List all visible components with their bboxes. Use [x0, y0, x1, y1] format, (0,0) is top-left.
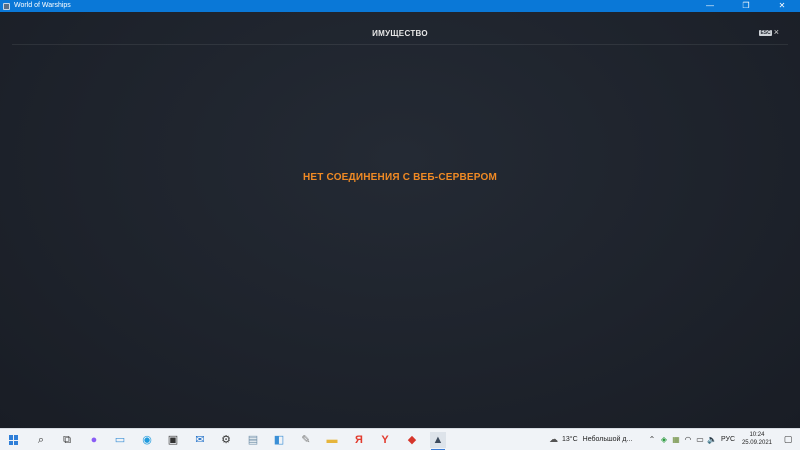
clock-time: 10:24 — [749, 432, 765, 438]
close-window-button[interactable]: ✕ — [764, 0, 800, 12]
folder-icon: ▬ — [326, 434, 338, 446]
weather-temperature: 13°C — [562, 436, 578, 443]
system-tray: ⌃ ◈ ▦ ◠ ▭ 🔈 — [646, 429, 718, 450]
windows-taskbar: ⌕ ⧉ ● ▭ ◉ ▣ ✉ ⚙ ▤ ◧ ✎ ▬ Я Y ◆ ▲ ☁ 13°C Небольшой д... ⌃… — [0, 428, 800, 450]
taskbar-alice-button[interactable]: ● — [86, 432, 102, 448]
app-tray-icon[interactable]: ▦ — [670, 435, 682, 444]
notification-center-button[interactable]: ▢ — [782, 433, 794, 445]
window-controls: — ❐ ✕ — [692, 0, 800, 12]
header-divider — [12, 44, 788, 45]
chevron-up-icon[interactable]: ⌃ — [646, 435, 658, 444]
taskbar-clock[interactable]: 10:24 25.09.2021 — [742, 431, 772, 447]
language-label: РУС — [721, 436, 736, 443]
window-titlebar[interactable]: World of Warships — ❐ ✕ — [0, 0, 800, 12]
taskbar-edge-button[interactable]: ◉ — [139, 432, 155, 448]
task-view-icon: ⧉ — [63, 434, 71, 446]
yandex-browser-icon: Y — [381, 434, 389, 446]
paint-brush-icon: ✎ — [301, 434, 311, 446]
yandex-icon: Я — [355, 434, 363, 446]
weather-widget[interactable]: ☁ 13°C Небольшой д... — [549, 429, 632, 450]
notification-icon: ▢ — [783, 434, 793, 444]
taskbar-search-button[interactable]: ⌕ — [33, 432, 49, 448]
esc-key-icon: ESC — [759, 29, 772, 36]
close-icon: × — [773, 27, 779, 37]
taskbar-world-of-warships-button[interactable]: ▲ — [430, 432, 446, 450]
esc-close-button[interactable]: ESC × — [759, 28, 779, 37]
taskbar-remote-desktop-button[interactable]: ▭ — [112, 432, 128, 448]
taskbar-explorer-button[interactable]: ▬ — [324, 432, 340, 448]
photo-viewer-icon: ▤ — [247, 434, 259, 446]
world-of-warships-icon: ▲ — [432, 434, 444, 446]
windows-logo-icon — [9, 435, 19, 445]
monitor-icon: ▭ — [114, 434, 126, 446]
taskbar-photos-button[interactable]: ▤ — [245, 432, 261, 448]
wifi-icon[interactable]: ◠ — [682, 435, 694, 444]
battery-icon[interactable]: ▭ — [694, 435, 706, 444]
gear-icon: ⚙ — [221, 434, 231, 446]
clock-date: 25.09.2021 — [741, 440, 772, 446]
volume-icon[interactable]: 🔈 — [706, 435, 718, 444]
window-title: World of Warships — [14, 2, 71, 9]
taskbar-yandex-button[interactable]: Я — [351, 432, 367, 448]
taskbar-settings-button[interactable]: ⚙ — [218, 432, 234, 448]
weather-description: Небольшой д... — [582, 436, 633, 443]
mail-icon: ✉ — [195, 434, 205, 446]
game-viewport: ИМУЩЕСТВО ESC × НЕТ СОЕДИНЕНИЯ С ВЕБ-СЕР… — [0, 12, 800, 428]
taskbar-paint-button[interactable]: ✎ — [298, 432, 314, 448]
taskbar-task-view-button[interactable]: ⧉ — [59, 432, 75, 448]
store-bag-icon: ▣ — [167, 434, 179, 446]
edge-browser-icon: ◉ — [142, 434, 152, 446]
cloud-icon: ☁ — [549, 434, 558, 444]
page-title: ИМУЩЕСТВО — [372, 29, 428, 38]
alice-assistant-icon: ● — [90, 434, 98, 446]
connection-error-message: НЕТ СОЕДИНЕНИЯ С ВЕБ-СЕРВЕРОМ — [302, 172, 498, 183]
taskbar-wargaming-center-button[interactable]: ◆ — [404, 432, 420, 448]
taskbar-control-panel-button[interactable]: ◧ — [271, 432, 287, 448]
minimize-button[interactable]: — — [692, 0, 728, 12]
shield-icon[interactable]: ◈ — [658, 435, 670, 444]
taskbar-yandex-browser-button[interactable]: Y — [377, 432, 393, 448]
wargaming-center-icon: ◆ — [407, 434, 417, 446]
taskbar-mail-button[interactable]: ✉ — [192, 432, 208, 448]
control-panel-icon: ◧ — [273, 434, 285, 446]
taskbar-start-button[interactable] — [6, 432, 22, 448]
world-of-warships-app-icon — [3, 2, 10, 10]
taskbar-store-button[interactable]: ▣ — [165, 432, 181, 448]
search-icon: ⌕ — [37, 434, 45, 446]
desktop-screen: World of Warships — ❐ ✕ ИМУЩЕСТВО ESC × … — [0, 0, 800, 450]
language-indicator[interactable]: РУС — [721, 429, 735, 450]
maximize-button[interactable]: ❐ — [728, 0, 764, 12]
